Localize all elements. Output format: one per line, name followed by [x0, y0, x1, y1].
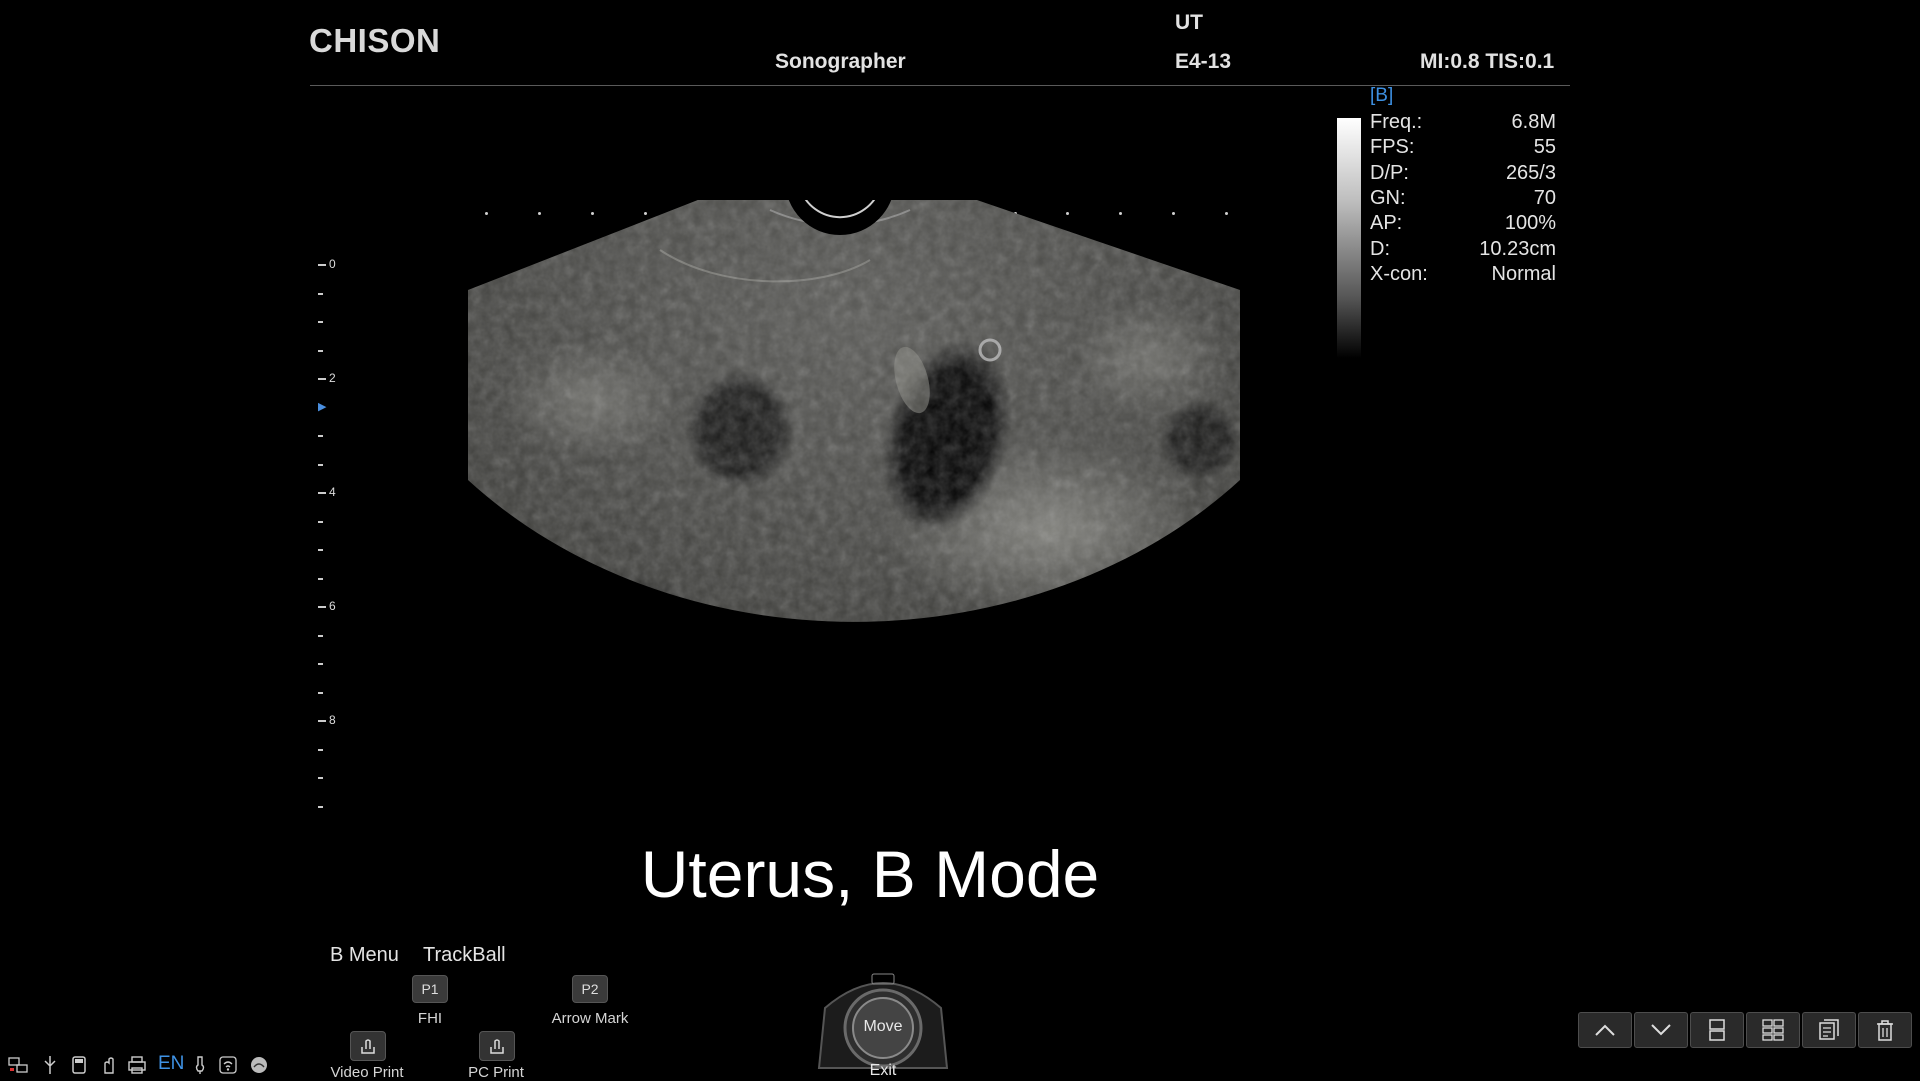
disk-icon[interactable]	[69, 1055, 89, 1075]
print-hand-icon	[361, 1039, 375, 1054]
param-key: FPS:	[1370, 136, 1415, 158]
hand-icon[interactable]	[99, 1055, 119, 1075]
depth-tick	[318, 349, 323, 352]
param-value: 10.23cm	[1479, 238, 1556, 260]
ultrasound-image[interactable]	[460, 200, 1250, 770]
safety-index: MI:0.8 TIS:0.1	[1420, 50, 1555, 73]
report-icon	[1819, 1019, 1839, 1040]
exam-type: UT	[1175, 11, 1203, 34]
param-value: 55	[1533, 136, 1556, 158]
depth-tick	[318, 720, 326, 722]
depth-tick	[318, 663, 323, 665]
report-button[interactable]	[1802, 1012, 1856, 1048]
language-indicator[interactable]: EN	[158, 1053, 184, 1075]
param-row-depth: D: 10.23cm	[1370, 238, 1556, 263]
param-key: AP:	[1370, 212, 1403, 234]
p1-key[interactable]: P1	[412, 975, 448, 1003]
brand-logo: CHISON	[309, 22, 441, 59]
depth-tick	[318, 492, 326, 494]
scroll-down-button[interactable]	[1634, 1012, 1688, 1048]
layout-grid-icon	[1762, 1019, 1784, 1041]
depth-tick	[318, 463, 323, 466]
layout-split-button[interactable]	[1690, 1012, 1744, 1048]
depth-tick	[318, 691, 323, 694]
network-icon[interactable]	[8, 1055, 28, 1075]
depth-label: 8	[329, 713, 336, 727]
param-row-ap: AP: 100%	[1370, 212, 1556, 237]
trackball-control[interactable]: Move Exit	[813, 968, 953, 1080]
probe-name: E4-13	[1175, 50, 1232, 73]
depth-tick	[318, 292, 323, 295]
p1-function-label: FHI	[417, 1010, 443, 1027]
depth-tick	[318, 549, 323, 551]
delete-icon	[1877, 1020, 1893, 1041]
depth-tick	[318, 520, 323, 523]
depth-label: 2	[329, 371, 336, 385]
param-key: GN:	[1370, 187, 1406, 209]
depth-tick	[318, 805, 323, 808]
image-caption: Uterus, B Mode	[640, 837, 1100, 911]
operator-name: Sonographer	[775, 50, 906, 73]
param-row-fps: FPS: 55	[1370, 136, 1556, 161]
depth-tick	[318, 321, 323, 323]
depth-tick	[318, 634, 323, 637]
depth-label: 0	[329, 257, 336, 271]
print-hand-icon	[490, 1039, 504, 1054]
param-key: Freq.:	[1370, 111, 1423, 133]
param-value: Normal	[1491, 263, 1556, 285]
p2-key[interactable]: P2	[572, 975, 608, 1003]
param-key: X-con:	[1370, 263, 1428, 285]
depth-tick	[318, 606, 326, 608]
param-value: 70	[1533, 187, 1556, 209]
depth-label: 4	[329, 485, 336, 499]
video-print-label: Video Print	[330, 1064, 404, 1081]
pc-print-label: PC Print	[468, 1064, 524, 1081]
chevron-down-icon	[1651, 1024, 1671, 1036]
scroll-up-button[interactable]	[1578, 1012, 1632, 1048]
param-key: D/P:	[1370, 162, 1409, 184]
param-row-gain: GN: 70	[1370, 187, 1556, 212]
depth-tick	[318, 264, 326, 266]
p2-function-label: Arrow Mark	[551, 1010, 629, 1027]
delete-button[interactable]	[1858, 1012, 1912, 1048]
mode-tag: [B]	[1370, 85, 1394, 106]
param-value: 100%	[1504, 212, 1556, 234]
depth-tick	[318, 435, 323, 437]
b-menu-label[interactable]: B Menu	[330, 944, 399, 967]
param-row-freq: Freq.: 6.8M	[1370, 111, 1556, 136]
param-value: 6.8M	[1511, 111, 1556, 133]
depth-tick	[318, 378, 326, 380]
layout-grid-button[interactable]	[1746, 1012, 1800, 1048]
depth-scale: 0 2 4 6 8 ▶	[310, 250, 360, 808]
param-row-xcon: X-con: Normal	[1370, 263, 1556, 288]
trackball-center-label: Move	[863, 1018, 903, 1035]
wifi-icon[interactable]	[218, 1055, 238, 1075]
param-row-dp: D/P: 265/3	[1370, 162, 1556, 187]
param-value: 265/3	[1505, 162, 1556, 184]
depth-tick	[318, 748, 323, 751]
usb-icon[interactable]	[40, 1055, 60, 1075]
depth-tick	[318, 577, 323, 580]
speaker-icon[interactable]	[249, 1055, 269, 1075]
video-print-button[interactable]	[350, 1031, 386, 1061]
depth-label: 6	[329, 599, 336, 613]
layout-split-icon	[1709, 1019, 1725, 1041]
probe-icon[interactable]	[190, 1055, 210, 1075]
printer-icon[interactable]	[127, 1055, 147, 1075]
grayscale-bar	[1337, 118, 1361, 358]
param-key: D:	[1370, 238, 1390, 260]
chevron-up-icon	[1595, 1024, 1615, 1036]
trackball-bottom-label: Exit	[869, 1062, 897, 1079]
focus-marker-icon[interactable]: ▶	[318, 400, 326, 413]
trackball-label[interactable]: TrackBall	[423, 944, 506, 967]
pc-print-button[interactable]	[479, 1031, 515, 1061]
depth-tick	[318, 777, 323, 779]
